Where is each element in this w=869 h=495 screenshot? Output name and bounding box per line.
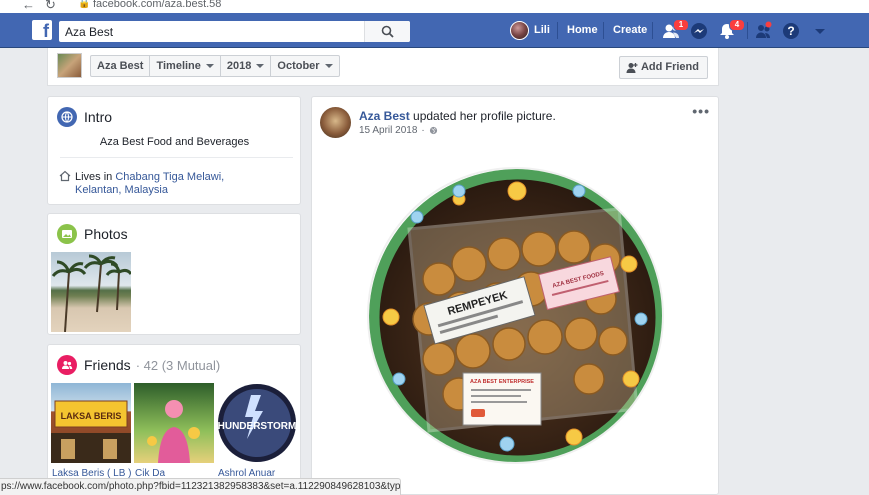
post-author-avatar[interactable] (320, 107, 351, 138)
enterprise-label-text: AZA BEST ENTERPRISE (470, 379, 534, 385)
post-date-link[interactable]: 15 April 2018 (359, 125, 417, 136)
account-menu-chevron-down-icon[interactable] (810, 21, 830, 41)
top-navigation-bar: f Aza Best Lili Home Create 1 4 ? (0, 13, 869, 48)
friends-title[interactable]: Friends (84, 357, 131, 373)
intro-bio: Aza Best Food and Beverages (99, 136, 250, 148)
breadcrumb-year-dropdown[interactable]: 2018 (221, 56, 272, 76)
notifications-badge: 4 (729, 19, 745, 31)
browser-back-forward-icon[interactable]: ←↻ (22, 0, 66, 13)
photos-title[interactable]: Photos (84, 226, 128, 242)
profile-picture-photo[interactable]: REMPEYEK AZA BEST FOODS AZA BEST ENTERPR… (367, 167, 664, 464)
intro-card: Intro Aza Best Food and Beverages Lives … (47, 96, 301, 205)
breadcrumb-profile-name[interactable]: Aza Best (91, 56, 151, 76)
search-input[interactable]: Aza Best (65, 25, 113, 39)
photo-thumbnail-beach[interactable] (51, 252, 131, 332)
intro-title: Intro (84, 109, 113, 125)
messenger-icon[interactable] (689, 21, 709, 41)
timeline-breadcrumb: Aza Best Timeline 2018 October (90, 55, 340, 77)
thunderstorm-logo-image: HUNDERSTORM (218, 384, 297, 462)
add-friend-icon (626, 63, 638, 73)
search-box[interactable]: Aza Best (59, 21, 410, 42)
lock-icon: 🔒 (78, 0, 91, 9)
post-author-link[interactable]: Aza Best (359, 109, 410, 123)
home-link[interactable]: Home (567, 24, 598, 36)
nav-divider (652, 22, 653, 39)
breadcrumb-section-dropdown[interactable]: Timeline (150, 56, 221, 76)
breadcrumb-month-label: October (277, 60, 320, 72)
friend-photo-ashrol-anuar[interactable]: HUNDERSTORM (217, 383, 297, 463)
post-header-text: Aza Best updated her profile picture. (359, 109, 556, 123)
profile-thumbnail[interactable] (57, 53, 82, 78)
friend-photo-laksa-beris[interactable]: LAKSA BERIS (51, 383, 131, 463)
search-button[interactable] (364, 21, 410, 42)
user-avatar[interactable] (510, 21, 529, 40)
photos-header: Photos (57, 224, 128, 244)
user-profile-link[interactable]: Lili (534, 24, 550, 36)
friends-header: Friends · 42 (3 Mutual) (57, 355, 220, 375)
breadcrumb-year-label: 2018 (226, 60, 252, 72)
person-garden-image (147, 400, 200, 463)
beach-palm-image (51, 254, 131, 332)
facebook-logo-icon[interactable]: f (32, 20, 52, 41)
post-meta: 15 April 2018 · (359, 125, 438, 136)
photos-card: Photos (47, 213, 301, 335)
friend-photo-cik-da[interactable] (134, 383, 214, 463)
post-action-text: updated her profile picture. (409, 109, 556, 123)
post-options-menu-icon[interactable]: ••• (692, 103, 710, 119)
lives-in-prefix: Lives in (75, 171, 116, 183)
breadcrumb-profile-label: Aza Best (97, 60, 144, 72)
intro-header: Intro (57, 107, 112, 127)
logo-text: HUNDERSTORM (218, 421, 297, 432)
caret-down-icon (256, 64, 265, 68)
nav-divider (603, 22, 604, 39)
caret-down-icon (324, 64, 333, 68)
search-icon (381, 25, 394, 38)
shop-sign-image: LAKSA BERIS (51, 400, 131, 463)
profile-picture-post: Aza Best updated her profile picture. 15… (311, 96, 719, 495)
photos-icon (57, 224, 77, 244)
meta-dot: · (421, 125, 425, 136)
friends-card: Friends · 42 (3 Mutual) LAKSA BERIS HUND… (47, 344, 301, 484)
home-icon (59, 170, 71, 182)
shop-sign-text: LAKSA BERIS (61, 411, 122, 421)
friend-requests-badge: 1 (673, 19, 689, 31)
svg-text:?: ? (787, 24, 794, 38)
snack-package-image: REMPEYEK AZA BEST FOODS AZA BEST ENTERPR… (369, 169, 662, 462)
create-link[interactable]: Create (613, 24, 647, 36)
friends-icon (57, 355, 77, 375)
browser-address-bar: ←↻ 🔒 facebook.com/aza.best.58 (0, 0, 869, 13)
globe-icon (57, 107, 77, 127)
timeline-navigation-strip: Aza Best Timeline 2018 October Add Frien… (47, 48, 719, 86)
breadcrumb-section-label: Timeline (156, 60, 201, 72)
add-friend-button[interactable]: Add Friend (618, 56, 708, 79)
caret-down-icon (205, 64, 214, 68)
browser-url[interactable]: facebook.com/aza.best.58 (93, 0, 221, 10)
lives-in-text: Lives in Chabang Tiga Melawi, Kelantan, … (75, 171, 265, 197)
divider (60, 157, 293, 158)
add-friend-label: Add Friend (640, 61, 699, 73)
nav-divider (557, 22, 558, 39)
browser-status-bar: ps://www.facebook.com/photo.php?fbid=112… (0, 478, 401, 495)
public-globe-icon[interactable] (429, 126, 438, 135)
nav-divider (747, 22, 748, 39)
help-icon[interactable]: ? (781, 21, 801, 41)
quick-help-people-icon[interactable] (753, 21, 773, 41)
friends-count: · 42 (3 Mutual) (135, 357, 221, 373)
breadcrumb-month-dropdown[interactable]: October (271, 56, 338, 76)
